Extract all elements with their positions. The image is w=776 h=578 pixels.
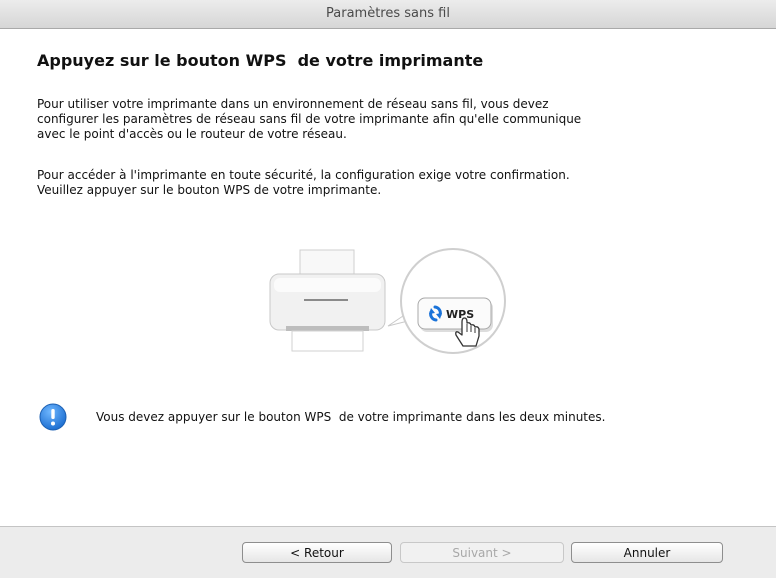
wps-illustration: WPS [260, 234, 530, 359]
printer-icon [269, 249, 386, 352]
content-area: Appuyez sur le bouton WPS de votre impri… [0, 29, 776, 526]
wps-button-icon: WPS [417, 297, 493, 332]
info-icon [39, 403, 67, 431]
notice-text: Vous devez appuyer sur le bouton WPS de … [96, 410, 606, 424]
wireless-settings-window: Paramètres sans fil Appuyez sur le bouto… [0, 0, 776, 578]
next-button[interactable]: Suivant > [400, 542, 564, 563]
wps-label: WPS [446, 308, 474, 321]
window-title: Paramètres sans fil [0, 0, 776, 29]
confirmation-paragraph: Pour accéder à l'imprimante en toute séc… [37, 168, 570, 197]
back-button[interactable]: < Retour [242, 542, 392, 563]
time-limit-notice: Vous devez appuyer sur le bouton WPS de … [37, 401, 757, 435]
intro-paragraph: Pour utiliser votre imprimante dans un e… [37, 97, 582, 141]
cancel-button[interactable]: Annuler [571, 542, 723, 563]
button-bar: < Retour Suivant > Annuler [0, 526, 776, 578]
page-heading: Appuyez sur le bouton WPS de votre impri… [37, 51, 484, 70]
